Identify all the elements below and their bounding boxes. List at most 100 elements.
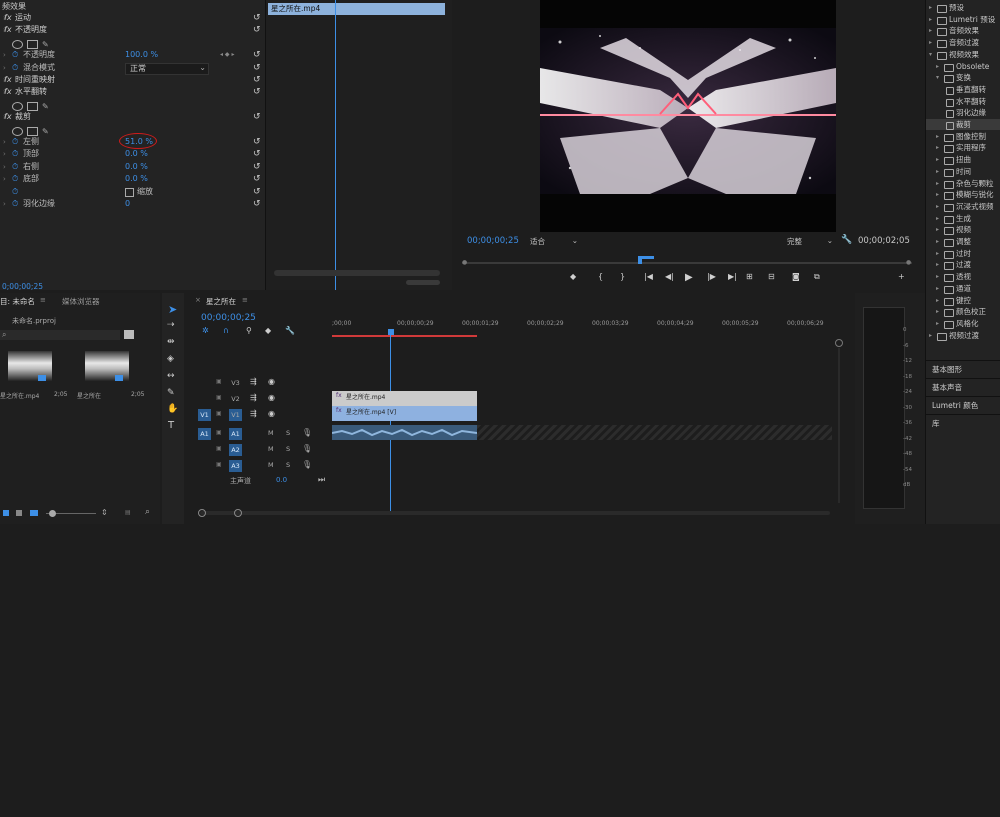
expand-icon[interactable]: › [3, 161, 6, 173]
transport-button[interactable]: ⊟ [768, 272, 775, 281]
fit-dropdown[interactable]: 适合 ⌄ [530, 236, 578, 246]
mute-button[interactable]: M [268, 429, 274, 437]
expand-icon[interactable]: › [3, 62, 6, 74]
track-name[interactable]: V3 [229, 377, 242, 389]
reset-icon[interactable]: ↺ [253, 86, 261, 98]
solo-button[interactable]: S [286, 461, 290, 469]
effects-tree-item[interactable]: ▸ 模糊与锐化 [926, 189, 1000, 201]
chevron-right-icon[interactable]: ▸ [936, 259, 939, 270]
reset-icon[interactable]: ↺ [253, 12, 261, 24]
param-value[interactable]: 0.0 % [125, 173, 148, 185]
effects-tree-item[interactable]: ▸ 沉浸式视频 [926, 201, 1000, 212]
effects-tree-item[interactable]: ▸ 过时 [926, 248, 1000, 259]
source-patch[interactable] [198, 393, 211, 405]
mute-button[interactable]: M [268, 461, 274, 469]
tab-sequence[interactable]: 星之所在 [206, 296, 236, 307]
reset-icon[interactable]: ↺ [253, 186, 261, 198]
transport-button[interactable]: ▶ [685, 272, 693, 283]
source-patch[interactable] [198, 460, 211, 472]
lock-icon[interactable]: ▣ [216, 378, 222, 385]
stopwatch-icon[interactable]: ⏱ [12, 136, 18, 148]
stopwatch-icon[interactable]: ⏱ [12, 148, 18, 160]
transport-button[interactable]: { [598, 272, 603, 281]
snap-icon[interactable]: ∩ [223, 326, 229, 335]
chevron-right-icon[interactable]: ▸ [936, 236, 939, 247]
scroll-handle-top[interactable] [835, 339, 843, 347]
type-tool-icon[interactable]: T [168, 420, 174, 431]
nest-icon[interactable]: ✲ [202, 326, 209, 335]
chevron-right-icon[interactable]: ▸ [929, 2, 932, 13]
scroll-left-handle[interactable] [198, 509, 206, 517]
reset-icon[interactable]: ↺ [253, 111, 261, 123]
effects-tree-item[interactable]: ▸ 生成 [926, 213, 1000, 224]
eye-icon[interactable]: ◉ [268, 393, 275, 402]
effects-tree-item[interactable]: ▸ 音频过渡 [926, 37, 1000, 49]
source-patch[interactable] [198, 377, 211, 389]
mute-button[interactable]: M [268, 445, 274, 453]
source-patch[interactable]: A1 [198, 428, 211, 440]
freeform-view-icon[interactable] [30, 510, 38, 516]
reset-icon[interactable]: ↺ [253, 136, 261, 148]
fx-badge[interactable]: fx [4, 111, 12, 123]
effects-tree-item[interactable]: ▸ 调整 [926, 236, 1000, 247]
find-icon[interactable]: ⌕ [145, 507, 150, 517]
transport-button[interactable]: |▶ [707, 272, 716, 281]
eye-icon[interactable]: ◉ [268, 409, 275, 418]
panel-header[interactable]: Lumetri 颜色 [926, 396, 1000, 412]
effects-tree-item[interactable]: ▸ 时间 [926, 166, 1000, 177]
effects-tree-item[interactable]: ▸ 视频 [926, 224, 1000, 236]
stopwatch-icon[interactable]: ⏱ [12, 62, 18, 74]
mic-icon[interactable]: 🎙 [302, 428, 312, 437]
keyframe-nav[interactable]: ◂ ◆ ▸ [220, 49, 234, 61]
lock-icon[interactable]: ▣ [216, 445, 222, 452]
master-value[interactable]: 0.0 [276, 476, 287, 484]
effects-tree-item[interactable]: 裁剪 [926, 119, 1000, 130]
chevron-right-icon[interactable]: ▸ [936, 142, 939, 153]
param-value[interactable]: 100.0 % [125, 49, 158, 61]
chevron-down-icon[interactable]: ▾ [936, 72, 939, 83]
effects-tree-item[interactable]: ▾ 视频效果 [926, 49, 1000, 60]
stopwatch-icon[interactable]: ⏱ [12, 186, 18, 198]
zoom-scrollbar[interactable] [274, 270, 440, 276]
zoom-handle[interactable] [406, 280, 440, 285]
effects-tree-item[interactable]: ▸ 扭曲 [926, 154, 1000, 166]
chevron-right-icon[interactable]: ▸ [936, 189, 939, 200]
fx-badge[interactable]: fx [4, 86, 12, 98]
sync-lock-icon[interactable]: ⇶ [250, 409, 257, 418]
stopwatch-icon[interactable]: ⏱ [12, 173, 18, 185]
track-name[interactable]: V1 [229, 409, 242, 421]
chevron-right-icon[interactable]: ▸ [936, 201, 939, 212]
chevron-right-icon[interactable]: ▸ [936, 166, 939, 177]
chevron-right-icon[interactable]: ▸ [929, 14, 932, 25]
expand-icon[interactable]: › [3, 136, 6, 148]
stopwatch-icon[interactable]: ⏱ [12, 49, 18, 61]
effects-tree-item[interactable]: ▸ 音频效果 [926, 25, 1000, 37]
effects-tree-item[interactable]: ▸ 过渡 [926, 259, 1000, 271]
track-name[interactable]: A3 [229, 460, 242, 472]
mic-icon[interactable]: 🎙 [302, 460, 312, 469]
chevron-right-icon[interactable]: ▸ [936, 178, 939, 189]
reset-icon[interactable]: ↺ [253, 173, 261, 185]
blend-mode-dropdown[interactable]: 正常 ⌄ [125, 62, 209, 75]
transport-button[interactable]: ◆ [570, 272, 576, 281]
track-name[interactable]: A1 [229, 428, 242, 440]
effects-tree-item[interactable]: ▸ 通道 [926, 283, 1000, 294]
mic-icon[interactable]: 🎙 [302, 444, 312, 453]
effects-tree-item[interactable]: ▸ 视频过渡 [926, 330, 1000, 341]
panel-header[interactable]: 库 [926, 414, 1000, 430]
sort-icon[interactable]: ⇕ [101, 508, 108, 517]
transport-button[interactable]: ▶| [728, 272, 737, 281]
chevron-right-icon[interactable]: ▸ [936, 61, 939, 72]
search-input[interactable] [0, 330, 120, 340]
solo-button[interactable]: S [286, 429, 290, 437]
razor-tool-icon[interactable]: ◈ [167, 354, 174, 364]
chevron-right-icon[interactable]: ▸ [929, 330, 932, 341]
chevron-right-icon[interactable]: ▸ [929, 25, 932, 36]
reset-icon[interactable]: ↺ [253, 49, 261, 61]
chevron-right-icon[interactable]: ▸ [936, 283, 939, 294]
effects-tree-item[interactable]: ▾ 变换 [926, 72, 1000, 84]
transport-button[interactable]: ◀| [665, 272, 674, 281]
effects-tree-item[interactable]: ▸ 杂色与颗粒 [926, 178, 1000, 189]
transport-button[interactable]: |◀ [644, 272, 653, 281]
scale-checkbox[interactable] [125, 187, 134, 197]
